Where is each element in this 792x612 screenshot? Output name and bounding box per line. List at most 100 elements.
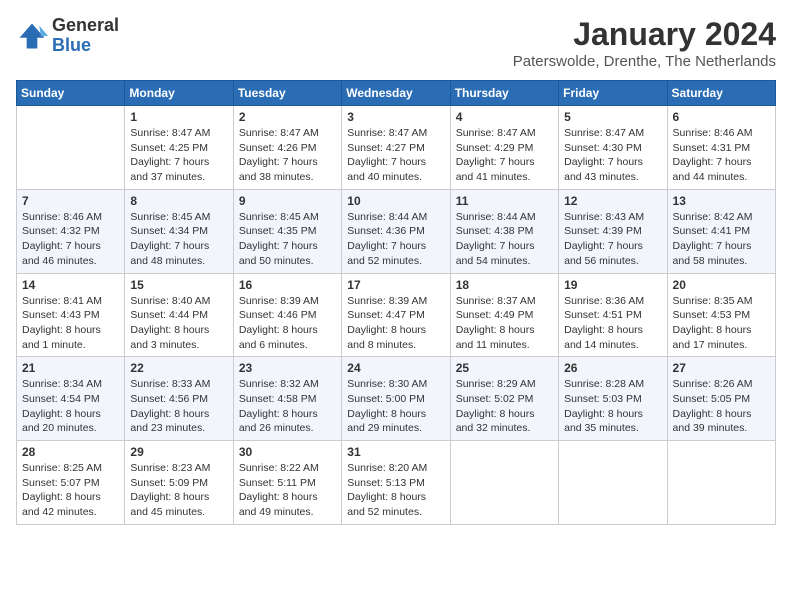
calendar-cell: 22Sunrise: 8:33 AMSunset: 4:56 PMDayligh…	[125, 357, 233, 441]
day-info: Sunrise: 8:30 AMSunset: 5:00 PMDaylight:…	[347, 377, 444, 436]
calendar-week-5: 28 Sunrise: 8:25 AMSunset: 5:07 PMDayligh…	[17, 441, 776, 525]
calendar-cell	[450, 441, 558, 525]
calendar-cell: 2Sunrise: 8:47 AMSunset: 4:26 PMDaylight…	[233, 106, 341, 190]
month-title: January 2024	[513, 16, 776, 53]
calendar-cell: 9Sunrise: 8:45 AMSunset: 4:35 PMDaylight…	[233, 189, 341, 273]
day-number: 2	[239, 110, 336, 124]
logo-icon	[16, 20, 48, 52]
day-info: Sunrise: 8:20 AMSunset: 5:13 PMDaylight:…	[347, 461, 444, 520]
calendar-cell: 12Sunrise: 8:43 AMSunset: 4:39 PMDayligh…	[559, 189, 667, 273]
weekday-header-friday: Friday	[559, 81, 667, 106]
day-number: 5	[564, 110, 661, 124]
calendar-cell: 25 Sunrise: 8:29 AMSunset: 5:02 PMDayligh…	[450, 357, 558, 441]
day-info: Sunrise: 8:35 AMSunset: 4:53 PMDaylight:…	[673, 294, 770, 353]
calendar-cell: 3 Sunrise: 8:47 AMSunset: 4:27 PMDaylight…	[342, 106, 450, 190]
calendar-cell: 4 Sunrise: 8:47 AMSunset: 4:29 PMDaylight…	[450, 106, 558, 190]
day-number: 12	[564, 194, 661, 208]
day-number: 9	[239, 194, 336, 208]
weekday-row: SundayMondayTuesdayWednesdayThursdayFrid…	[17, 81, 776, 106]
page-header: General Blue January 2024 Paterswolde, D…	[16, 16, 776, 70]
weekday-header-tuesday: Tuesday	[233, 81, 341, 106]
day-number: 13	[673, 194, 770, 208]
calendar-week-3: 14Sunrise: 8:41 AMSunset: 4:43 PMDayligh…	[17, 273, 776, 357]
logo-general: General	[52, 16, 119, 36]
day-number: 1	[130, 110, 227, 124]
logo: General Blue	[16, 16, 119, 56]
day-number: 11	[456, 194, 553, 208]
day-number: 17	[347, 278, 444, 292]
day-number: 6	[673, 110, 770, 124]
day-number: 18	[456, 278, 553, 292]
day-info: Sunrise: 8:47 AMSunset: 4:27 PMDaylight:…	[347, 126, 444, 185]
calendar-cell: 23 Sunrise: 8:32 AMSunset: 4:58 PMDayligh…	[233, 357, 341, 441]
day-number: 16	[239, 278, 336, 292]
calendar-cell: 29 Sunrise: 8:23 AMSunset: 5:09 PMDayligh…	[125, 441, 233, 525]
location: Paterswolde, Drenthe, The Netherlands	[513, 53, 776, 70]
calendar-cell: 8 Sunrise: 8:45 AMSunset: 4:34 PMDaylight…	[125, 189, 233, 273]
day-number: 15	[130, 278, 227, 292]
day-number: 4	[456, 110, 553, 124]
day-number: 24	[347, 361, 444, 375]
weekday-header-thursday: Thursday	[450, 81, 558, 106]
calendar-header: SundayMondayTuesdayWednesdayThursdayFrid…	[17, 81, 776, 106]
day-number: 25	[456, 361, 553, 375]
weekday-header-sunday: Sunday	[17, 81, 125, 106]
day-info: Sunrise: 8:45 AMSunset: 4:34 PMDaylight:…	[130, 210, 227, 269]
weekday-header-monday: Monday	[125, 81, 233, 106]
day-info: Sunrise: 8:26 AMSunset: 5:05 PMDaylight:…	[673, 377, 770, 436]
day-number: 19	[564, 278, 661, 292]
day-number: 10	[347, 194, 444, 208]
calendar-table: SundayMondayTuesdayWednesdayThursdayFrid…	[16, 80, 776, 525]
calendar-cell: 18Sunrise: 8:37 AMSunset: 4:49 PMDayligh…	[450, 273, 558, 357]
calendar-cell: 6 Sunrise: 8:46 AMSunset: 4:31 PMDaylight…	[667, 106, 775, 190]
day-info: Sunrise: 8:46 AMSunset: 4:31 PMDaylight:…	[673, 126, 770, 185]
day-number: 30	[239, 445, 336, 459]
weekday-header-wednesday: Wednesday	[342, 81, 450, 106]
day-number: 28	[22, 445, 119, 459]
day-info: Sunrise: 8:47 AMSunset: 4:29 PMDaylight:…	[456, 126, 553, 185]
day-info: Sunrise: 8:22 AMSunset: 5:11 PMDaylight:…	[239, 461, 336, 520]
title-block: January 2024 Paterswolde, Drenthe, The N…	[513, 16, 776, 70]
logo-text: General Blue	[52, 16, 119, 56]
day-number: 21	[22, 361, 119, 375]
calendar-cell: 24 Sunrise: 8:30 AMSunset: 5:00 PMDayligh…	[342, 357, 450, 441]
day-info: Sunrise: 8:39 AMSunset: 4:46 PMDaylight:…	[239, 294, 336, 353]
calendar-cell: 16 Sunrise: 8:39 AMSunset: 4:46 PMDayligh…	[233, 273, 341, 357]
day-info: Sunrise: 8:44 AMSunset: 4:38 PMDaylight:…	[456, 210, 553, 269]
calendar-cell: 31 Sunrise: 8:20 AMSunset: 5:13 PMDayligh…	[342, 441, 450, 525]
calendar-cell: 1Sunrise: 8:47 AMSunset: 4:25 PMDaylight…	[125, 106, 233, 190]
calendar-cell	[667, 441, 775, 525]
calendar-cell: 21 Sunrise: 8:34 AMSunset: 4:54 PMDayligh…	[17, 357, 125, 441]
day-info: Sunrise: 8:36 AMSunset: 4:51 PMDaylight:…	[564, 294, 661, 353]
calendar-cell: 13 Sunrise: 8:42 AMSunset: 4:41 PMDayligh…	[667, 189, 775, 273]
day-info: Sunrise: 8:34 AMSunset: 4:54 PMDaylight:…	[22, 377, 119, 436]
calendar-cell: 26Sunrise: 8:28 AMSunset: 5:03 PMDayligh…	[559, 357, 667, 441]
calendar-body: 1Sunrise: 8:47 AMSunset: 4:25 PMDaylight…	[17, 106, 776, 525]
calendar-cell: 15 Sunrise: 8:40 AMSunset: 4:44 PMDayligh…	[125, 273, 233, 357]
day-info: Sunrise: 8:42 AMSunset: 4:41 PMDaylight:…	[673, 210, 770, 269]
day-info: Sunrise: 8:23 AMSunset: 5:09 PMDaylight:…	[130, 461, 227, 520]
calendar-week-1: 1Sunrise: 8:47 AMSunset: 4:25 PMDaylight…	[17, 106, 776, 190]
day-info: Sunrise: 8:41 AMSunset: 4:43 PMDaylight:…	[22, 294, 119, 353]
calendar-cell: 10Sunrise: 8:44 AMSunset: 4:36 PMDayligh…	[342, 189, 450, 273]
calendar-cell: 11 Sunrise: 8:44 AMSunset: 4:38 PMDayligh…	[450, 189, 558, 273]
day-number: 31	[347, 445, 444, 459]
day-number: 23	[239, 361, 336, 375]
calendar-cell: 20Sunrise: 8:35 AMSunset: 4:53 PMDayligh…	[667, 273, 775, 357]
calendar-cell: 28 Sunrise: 8:25 AMSunset: 5:07 PMDayligh…	[17, 441, 125, 525]
day-number: 8	[130, 194, 227, 208]
calendar-cell: 27Sunrise: 8:26 AMSunset: 5:05 PMDayligh…	[667, 357, 775, 441]
calendar-cell	[559, 441, 667, 525]
calendar-cell: 5 Sunrise: 8:47 AMSunset: 4:30 PMDaylight…	[559, 106, 667, 190]
calendar-cell: 7Sunrise: 8:46 AMSunset: 4:32 PMDaylight…	[17, 189, 125, 273]
calendar-cell: 19 Sunrise: 8:36 AMSunset: 4:51 PMDayligh…	[559, 273, 667, 357]
day-info: Sunrise: 8:40 AMSunset: 4:44 PMDaylight:…	[130, 294, 227, 353]
day-number: 3	[347, 110, 444, 124]
day-info: Sunrise: 8:47 AMSunset: 4:30 PMDaylight:…	[564, 126, 661, 185]
day-info: Sunrise: 8:29 AMSunset: 5:02 PMDaylight:…	[456, 377, 553, 436]
day-info: Sunrise: 8:32 AMSunset: 4:58 PMDaylight:…	[239, 377, 336, 436]
day-info: Sunrise: 8:28 AMSunset: 5:03 PMDaylight:…	[564, 377, 661, 436]
day-number: 29	[130, 445, 227, 459]
day-info: Sunrise: 8:25 AMSunset: 5:07 PMDaylight:…	[22, 461, 119, 520]
calendar-cell	[17, 106, 125, 190]
